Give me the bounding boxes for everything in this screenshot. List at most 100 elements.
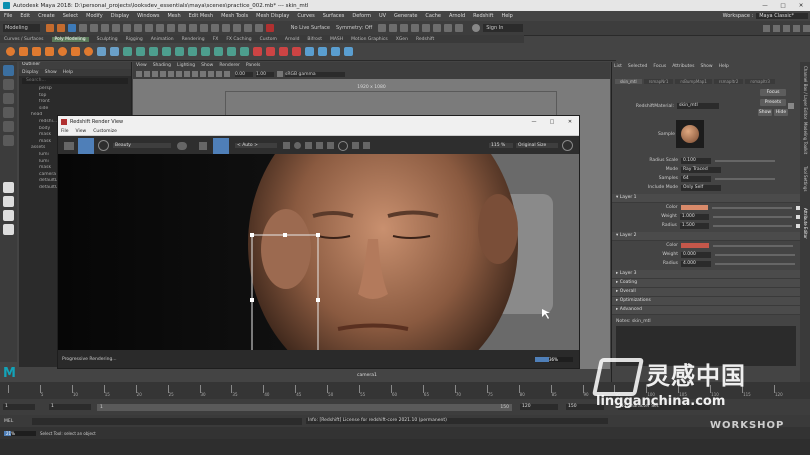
status-icon[interactable] — [67, 24, 76, 32]
param-slider[interactable] — [715, 177, 775, 180]
maximize-button[interactable]: □ — [774, 3, 792, 9]
lasso-tool-icon[interactable] — [3, 79, 14, 90]
shelf-tab[interactable]: Arnold — [285, 37, 300, 42]
status-icon[interactable] — [232, 24, 241, 32]
node-tab[interactable]: rsmapItr2 — [713, 79, 744, 84]
bevel-icon[interactable] — [201, 47, 210, 56]
move-tool-icon[interactable] — [3, 107, 14, 118]
param-dropdown[interactable]: Only Self — [681, 184, 721, 191]
viewport-menu-show[interactable]: Show — [201, 63, 213, 68]
outliner-item[interactable]: front — [25, 99, 131, 106]
poly-cone-icon[interactable] — [45, 47, 54, 56]
side-by-side-icon[interactable] — [3, 210, 14, 221]
menu-modify[interactable]: Modify — [86, 13, 103, 19]
symmetry-dropdown[interactable]: Symmetry: Off — [336, 25, 372, 31]
auto-dropdown[interactable]: < Auto > — [235, 143, 277, 148]
extrude-icon[interactable] — [188, 47, 197, 56]
param-slider[interactable] — [715, 253, 795, 256]
xray-icon[interactable] — [208, 71, 214, 77]
rotate-tool-icon[interactable] — [3, 121, 14, 132]
param-slider[interactable] — [713, 224, 793, 227]
param-field[interactable]: 0.100 — [681, 157, 711, 164]
viewport-field[interactable]: 1.00 — [256, 71, 274, 77]
panel-toggle-icon[interactable] — [763, 24, 770, 32]
menu-mesh-display[interactable]: Mesh Display — [256, 13, 289, 19]
outliner-item[interactable]: persp — [25, 86, 131, 93]
panel-toggle-icon[interactable] — [783, 24, 790, 32]
bridge-icon[interactable] — [214, 47, 223, 56]
size-dropdown[interactable]: Original Size — [516, 143, 558, 148]
param-slider[interactable] — [715, 159, 775, 162]
param-slider[interactable] — [713, 244, 793, 247]
focus-button[interactable]: Focus — [760, 89, 786, 96]
cut-sew-uv-icon[interactable] — [344, 47, 353, 56]
menu-create[interactable]: Create — [38, 13, 55, 19]
status-icon[interactable] — [155, 24, 164, 32]
aperture-icon[interactable] — [327, 142, 334, 149]
shelf-tab[interactable]: Curves / Surfaces — [4, 37, 44, 42]
status-icon[interactable] — [100, 24, 109, 32]
poly-disc-icon[interactable] — [84, 47, 93, 56]
channel-icon[interactable] — [177, 141, 187, 150]
layer1-section[interactable]: ▾ Layer 1 — [612, 194, 800, 203]
sign-in-dropdown[interactable]: Sign In — [483, 24, 524, 32]
render-button-icon[interactable] — [78, 137, 94, 154]
paint-select-tool-icon[interactable] — [3, 93, 14, 104]
param-field[interactable]: 64 — [681, 175, 711, 182]
render-view-maximize-icon[interactable]: □ — [543, 119, 561, 125]
attr-menu-selected[interactable]: Selected — [628, 64, 648, 69]
outliner-item[interactable]: side — [25, 106, 131, 113]
viewport-menu-renderer[interactable]: Renderer — [219, 63, 240, 68]
lock-icon[interactable] — [283, 142, 290, 149]
film-gate-icon[interactable] — [224, 71, 230, 77]
layer2-color-swatch[interactable] — [681, 243, 709, 248]
uv-editor-icon[interactable] — [305, 47, 314, 56]
collapsed-section[interactable]: ▸ Advanced — [612, 306, 800, 315]
param-slider[interactable] — [713, 215, 793, 218]
poly-cube-icon[interactable] — [19, 47, 28, 56]
status-icon[interactable] — [56, 24, 65, 32]
append-icon[interactable] — [227, 47, 236, 56]
menu-mesh[interactable]: Mesh — [167, 13, 180, 19]
attr-menu-show[interactable]: Show — [700, 64, 712, 69]
menu-display[interactable]: Display — [111, 13, 129, 19]
poly-sphere-icon[interactable] — [6, 47, 15, 56]
shelf-tab[interactable]: Redshift — [416, 37, 434, 42]
node-tab[interactable]: rsmapItr3 — [745, 79, 775, 84]
status-icon[interactable] — [188, 24, 197, 32]
lights-icon[interactable] — [184, 71, 190, 77]
menu-cache[interactable]: Cache — [425, 13, 441, 19]
status-icon[interactable] — [166, 24, 175, 32]
status-icon[interactable] — [243, 24, 252, 32]
combine-icon[interactable] — [123, 47, 132, 56]
attr-menu-attributes[interactable]: Attributes — [672, 64, 694, 69]
camera-icon[interactable] — [136, 71, 142, 77]
status-icon[interactable] — [122, 24, 131, 32]
param-slider[interactable] — [712, 206, 793, 209]
status-icon[interactable] — [378, 24, 387, 32]
status-icon[interactable] — [221, 24, 230, 32]
resolution-gate-icon[interactable] — [216, 71, 222, 77]
sliders-icon[interactable] — [363, 142, 370, 149]
material-output-icon[interactable] — [788, 103, 794, 109]
target-weld-icon[interactable] — [266, 47, 275, 56]
collapsed-section[interactable]: ▸ Layer 3 — [612, 270, 800, 279]
hide-button[interactable]: Hide — [774, 109, 788, 116]
grid-icon[interactable] — [305, 142, 312, 149]
mirror-icon[interactable] — [175, 47, 184, 56]
poly-torus-icon[interactable] — [58, 47, 67, 56]
menu-edit-mesh[interactable]: Edit Mesh — [189, 13, 213, 19]
poly-plane-icon[interactable] — [71, 47, 80, 56]
collapsed-section[interactable]: ▸ Coating — [612, 279, 800, 288]
shaded-icon[interactable] — [168, 71, 174, 77]
render-image[interactable] — [58, 154, 579, 350]
grid-icon[interactable] — [152, 71, 158, 77]
mel-label[interactable]: MEL — [4, 419, 32, 424]
render-view-menu-file[interactable]: File — [61, 129, 69, 134]
magnet-icon[interactable] — [265, 24, 274, 32]
collapsed-section[interactable]: ▸ Optimizations — [612, 297, 800, 306]
status-icon[interactable] — [400, 24, 409, 32]
scissors-icon[interactable] — [352, 142, 359, 149]
menu-generate[interactable]: Generate — [394, 13, 417, 19]
menu-deform[interactable]: Deform — [352, 13, 371, 19]
